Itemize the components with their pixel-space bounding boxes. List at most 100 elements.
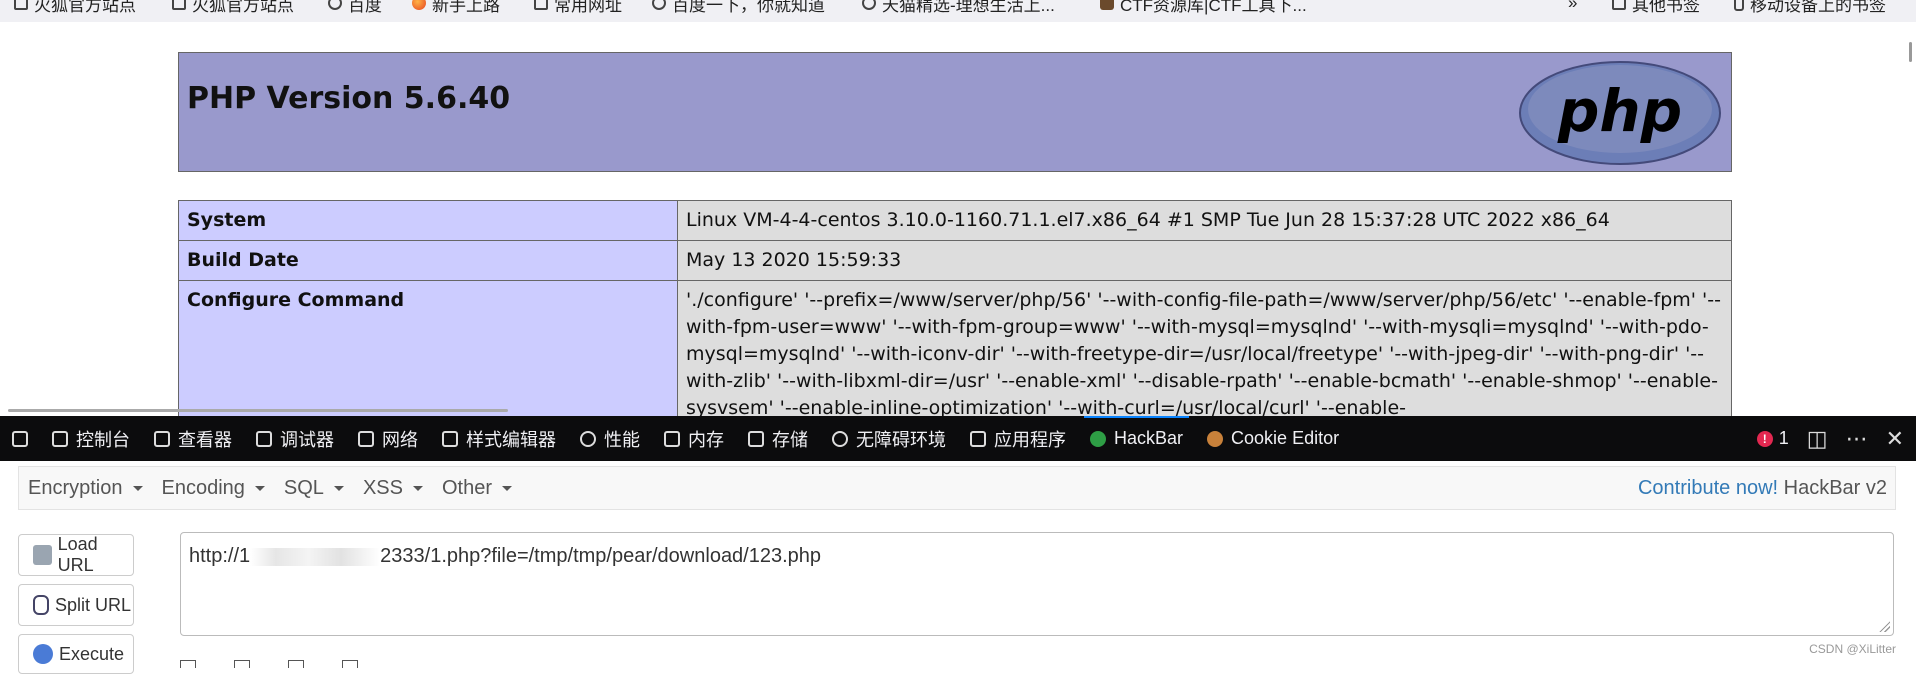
mobile-bookmarks[interactable]: 移动设备上的书签 [1734,0,1886,15]
row-value: './configure' '--prefix=/www/server/php/… [677,280,1732,416]
error-count: 1 [1778,428,1789,448]
split-url-button[interactable]: Split URL [18,584,134,626]
user-agent-checkbox[interactable] [288,660,304,668]
tab-label: Cookie Editor [1231,428,1340,448]
network-icon [358,430,374,447]
table-row: System Linux VM-4-4-centos 3.10.0-1160.7… [178,200,1732,241]
tab-inspector[interactable]: 查看器 [142,416,244,461]
cookies-checkbox[interactable] [342,660,358,668]
tab-network[interactable]: 网络 [346,416,430,461]
cookie-icon [1207,430,1224,447]
tab-label: 无障碍环境 [856,429,946,450]
bookmarks-overflow-button[interactable]: » [1568,0,1577,14]
folder-icon [14,0,28,10]
tab-storage[interactable]: 存储 [736,416,820,461]
folder-icon [534,0,548,10]
play-icon [33,644,53,664]
phpinfo-table: System Linux VM-4-4-centos 3.10.0-1160.7… [178,200,1732,416]
bookmark-label: CTF资源库|CTF工具下... [1120,0,1307,15]
avatar-icon [1100,0,1114,10]
error-icon: ! [1756,430,1773,447]
caret-down-icon [132,485,143,491]
bookmark-label: 火狐官方站点 [192,0,294,15]
bookmark-item[interactable]: 百度一下，你就知道 [652,0,825,15]
horizontal-scrollbar[interactable] [8,409,508,412]
console-icon [52,430,68,447]
menu-label: Encryption [28,476,123,499]
menu-other[interactable]: Other [433,477,522,500]
menu-label: XSS [362,476,403,499]
resize-grip-icon[interactable] [1878,620,1890,632]
menu-label: Encoding [161,476,245,499]
caret-down-icon [254,485,265,491]
checkbox-icon [288,660,304,668]
hackbar-icon [1090,430,1106,447]
bookmark-item[interactable]: 火狐官方站点 [172,0,294,15]
bookmark-item[interactable]: CTF资源库|CTF工具下... [1100,0,1307,15]
referrer-checkbox[interactable] [234,660,250,668]
more-options-icon[interactable]: ⋯ [1846,426,1868,452]
table-row: Configure Command './configure' '--prefi… [178,280,1732,416]
tab-performance[interactable]: 性能 [568,416,652,461]
bookmark-item[interactable]: 百度 [328,0,382,15]
tab-label: HackBar [1114,428,1184,448]
bookmark-label: 火狐官方站点 [34,0,136,15]
tab-accessibility[interactable]: 无障碍环境 [820,416,958,461]
load-url-button[interactable]: Load URL [18,534,134,576]
tab-debugger[interactable]: 调试器 [244,416,346,461]
checkbox-icon [342,660,358,668]
tab-label: 应用程序 [994,429,1066,450]
menu-encryption[interactable]: Encryption [19,477,153,500]
style-editor-icon [442,430,458,447]
checkbox-icon [234,660,250,668]
bookmark-item[interactable]: 常用网址 [534,0,622,15]
button-label: Load URL [57,534,98,575]
tab-memory[interactable]: 内存 [652,416,736,461]
close-icon[interactable]: ✕ [1886,426,1904,452]
bookmark-item[interactable]: 新手上路 [412,0,500,15]
globe-icon [328,0,342,10]
contribute-link[interactable]: Contribute now! [1638,477,1778,499]
tab-label: 网络 [382,429,418,450]
globe-icon [652,0,666,10]
page-title: PHP Version 5.6.40 [187,81,511,116]
vertical-scrollbar[interactable] [1909,42,1912,62]
tab-console[interactable]: 控制台 [40,416,142,461]
application-icon [970,430,986,447]
tab-label: 查看器 [178,429,232,450]
bookmark-label: 移动设备上的书签 [1750,0,1886,15]
other-bookmarks[interactable]: 其他书签 [1612,0,1700,15]
storage-icon [748,430,764,447]
post-data-checkbox[interactable] [180,660,196,668]
bookmark-label: 百度 [348,0,382,15]
table-row: Build Date May 13 2020 15:59:33 [178,240,1732,281]
tab-hackbar[interactable]: HackBar [1078,416,1195,461]
tab-application[interactable]: 应用程序 [958,416,1078,461]
caret-down-icon [502,485,512,491]
chevron-double-right-icon: » [1568,0,1578,12]
row-value: Linux VM-4-4-centos 3.10.0-1160.71.1.el7… [677,200,1732,241]
bookmark-label: 新手上路 [432,0,500,15]
bookmark-item[interactable]: 火狐官方站点 [14,0,136,15]
element-picker-button[interactable] [0,416,40,461]
menu-label: SQL [283,476,324,499]
row-key: System [178,200,678,241]
menu-xss[interactable]: XSS [354,477,433,500]
error-count-badge[interactable]: ! 1 [1756,428,1789,449]
dock-side-icon[interactable]: ◫ [1807,426,1828,452]
php-logo: php [1519,61,1721,165]
row-key: Build Date [178,240,678,281]
phone-icon [1734,0,1744,11]
tab-label: 性能 [604,429,640,450]
tab-cookie-editor[interactable]: Cookie Editor [1195,416,1351,461]
folder-icon [172,0,186,10]
url-suffix: 2333/1.php?file=/tmp/tmp/pear/download/1… [380,545,822,567]
bookmark-item[interactable]: 天猫精选-理想生活上... [862,0,1055,15]
execute-button[interactable]: Execute [18,634,134,674]
url-textarea[interactable]: http://1 2333/1.php?file=/tmp/tmp/pear/do… [180,532,1894,636]
menu-sql[interactable]: SQL [275,477,354,500]
menu-encoding[interactable]: Encoding [153,477,275,500]
hackbar-version: HackBar v2 [1783,476,1887,499]
button-label: Split URL [55,594,132,615]
tab-style-editor[interactable]: 样式编辑器 [430,416,568,461]
